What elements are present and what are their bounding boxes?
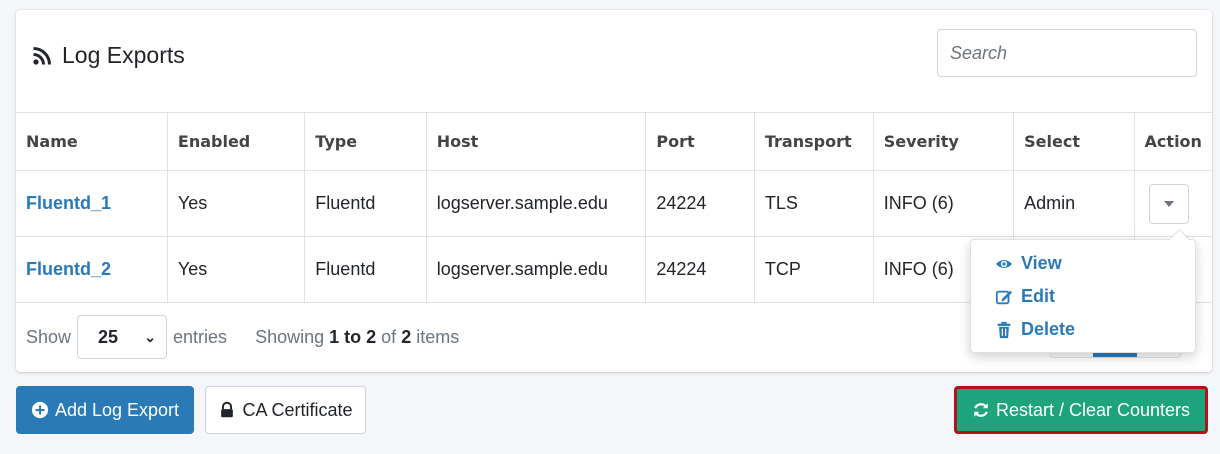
action-dropdown-button[interactable] xyxy=(1148,183,1189,224)
name-cell: Fluentd_1 xyxy=(16,170,168,237)
host-cell: logserver.sample.edu xyxy=(425,236,647,303)
table-header-row: Name Enabled Type Host Port Transport Se… xyxy=(16,112,1212,171)
column-header[interactable]: Host xyxy=(425,112,647,171)
menu-item-label: View xyxy=(1021,253,1062,273)
info-prefix: Showing xyxy=(255,326,325,347)
menu-item-view[interactable]: View xyxy=(995,253,1062,274)
info-range: 1 to 2 xyxy=(329,326,377,347)
page-title-text: Log Exports xyxy=(62,42,185,68)
name-link[interactable]: Fluentd_1 xyxy=(26,193,111,213)
name-cell: Fluentd_2 xyxy=(16,236,168,303)
action-dropdown-menu: View Edit Delete xyxy=(970,239,1196,353)
host-cell: logserver.sample.edu xyxy=(425,170,647,237)
select-cell: Admin xyxy=(1013,170,1135,237)
action-cell xyxy=(1133,170,1212,237)
trash-icon xyxy=(997,321,1011,338)
severity-cell: INFO (6) xyxy=(872,170,1015,237)
menu-item-edit[interactable]: Edit xyxy=(995,286,1055,307)
restart-button-label: Restart / Clear Counters xyxy=(995,399,1191,420)
menu-item-delete[interactable]: Delete xyxy=(995,319,1075,340)
column-header[interactable]: Port xyxy=(645,112,755,171)
add-log-export-button[interactable]: Add Log Export xyxy=(16,386,194,434)
add-button-label: Add Log Export xyxy=(54,399,180,420)
type-cell: Fluentd xyxy=(304,170,427,237)
page-title: Log Exports xyxy=(32,42,185,69)
name-link[interactable]: Fluentd_2 xyxy=(26,259,111,279)
column-header[interactable]: Enabled xyxy=(166,112,306,171)
port-cell: 24224 xyxy=(645,236,755,303)
eye-icon xyxy=(995,259,1013,268)
column-header[interactable]: Type xyxy=(304,112,427,171)
transport-cell: TLS xyxy=(753,170,874,237)
info-of: of xyxy=(381,326,397,347)
edit-icon xyxy=(995,290,1013,304)
column-header[interactable]: Select xyxy=(1013,112,1135,171)
card-header: Log Exports xyxy=(16,10,1212,112)
rss-icon xyxy=(33,46,51,65)
entries-label: entries xyxy=(173,326,228,347)
menu-item-label: Edit xyxy=(1021,286,1055,306)
search-input[interactable] xyxy=(937,29,1197,77)
ca-button-label: CA Certificate xyxy=(242,399,353,420)
page-length-value: 25 xyxy=(98,326,119,347)
chevron-down-icon: ⌄ xyxy=(144,328,157,345)
restart-clear-counters-button[interactable]: Restart / Clear Counters xyxy=(954,386,1208,434)
sync-icon xyxy=(974,403,988,417)
type-cell: Fluentd xyxy=(304,236,427,303)
plus-circle-icon xyxy=(31,401,49,419)
info-total: 2 xyxy=(401,326,412,347)
ca-certificate-button[interactable]: CA Certificate xyxy=(205,386,366,434)
column-header[interactable]: Transport xyxy=(753,112,874,171)
transport-cell: TCP xyxy=(753,236,874,303)
page-length-select[interactable]: 25 ⌄ xyxy=(77,315,168,359)
port-cell: 24224 xyxy=(645,170,755,237)
table-info: Showing 1 to 2 of 2 items xyxy=(255,327,459,348)
show-label: Show xyxy=(26,326,72,347)
table-row: Fluentd_1 Yes Fluentd logserver.sample.e… xyxy=(16,170,1212,237)
enabled-cell: Yes xyxy=(166,236,306,303)
column-header[interactable]: Severity xyxy=(872,112,1015,171)
caret-down-icon xyxy=(1163,200,1174,207)
column-header: Action xyxy=(1133,112,1212,171)
column-header[interactable]: Name xyxy=(16,112,168,171)
enabled-cell: Yes xyxy=(166,170,306,237)
lock-icon xyxy=(221,401,234,418)
menu-item-label: Delete xyxy=(1021,319,1076,339)
info-suffix: items xyxy=(416,326,460,347)
